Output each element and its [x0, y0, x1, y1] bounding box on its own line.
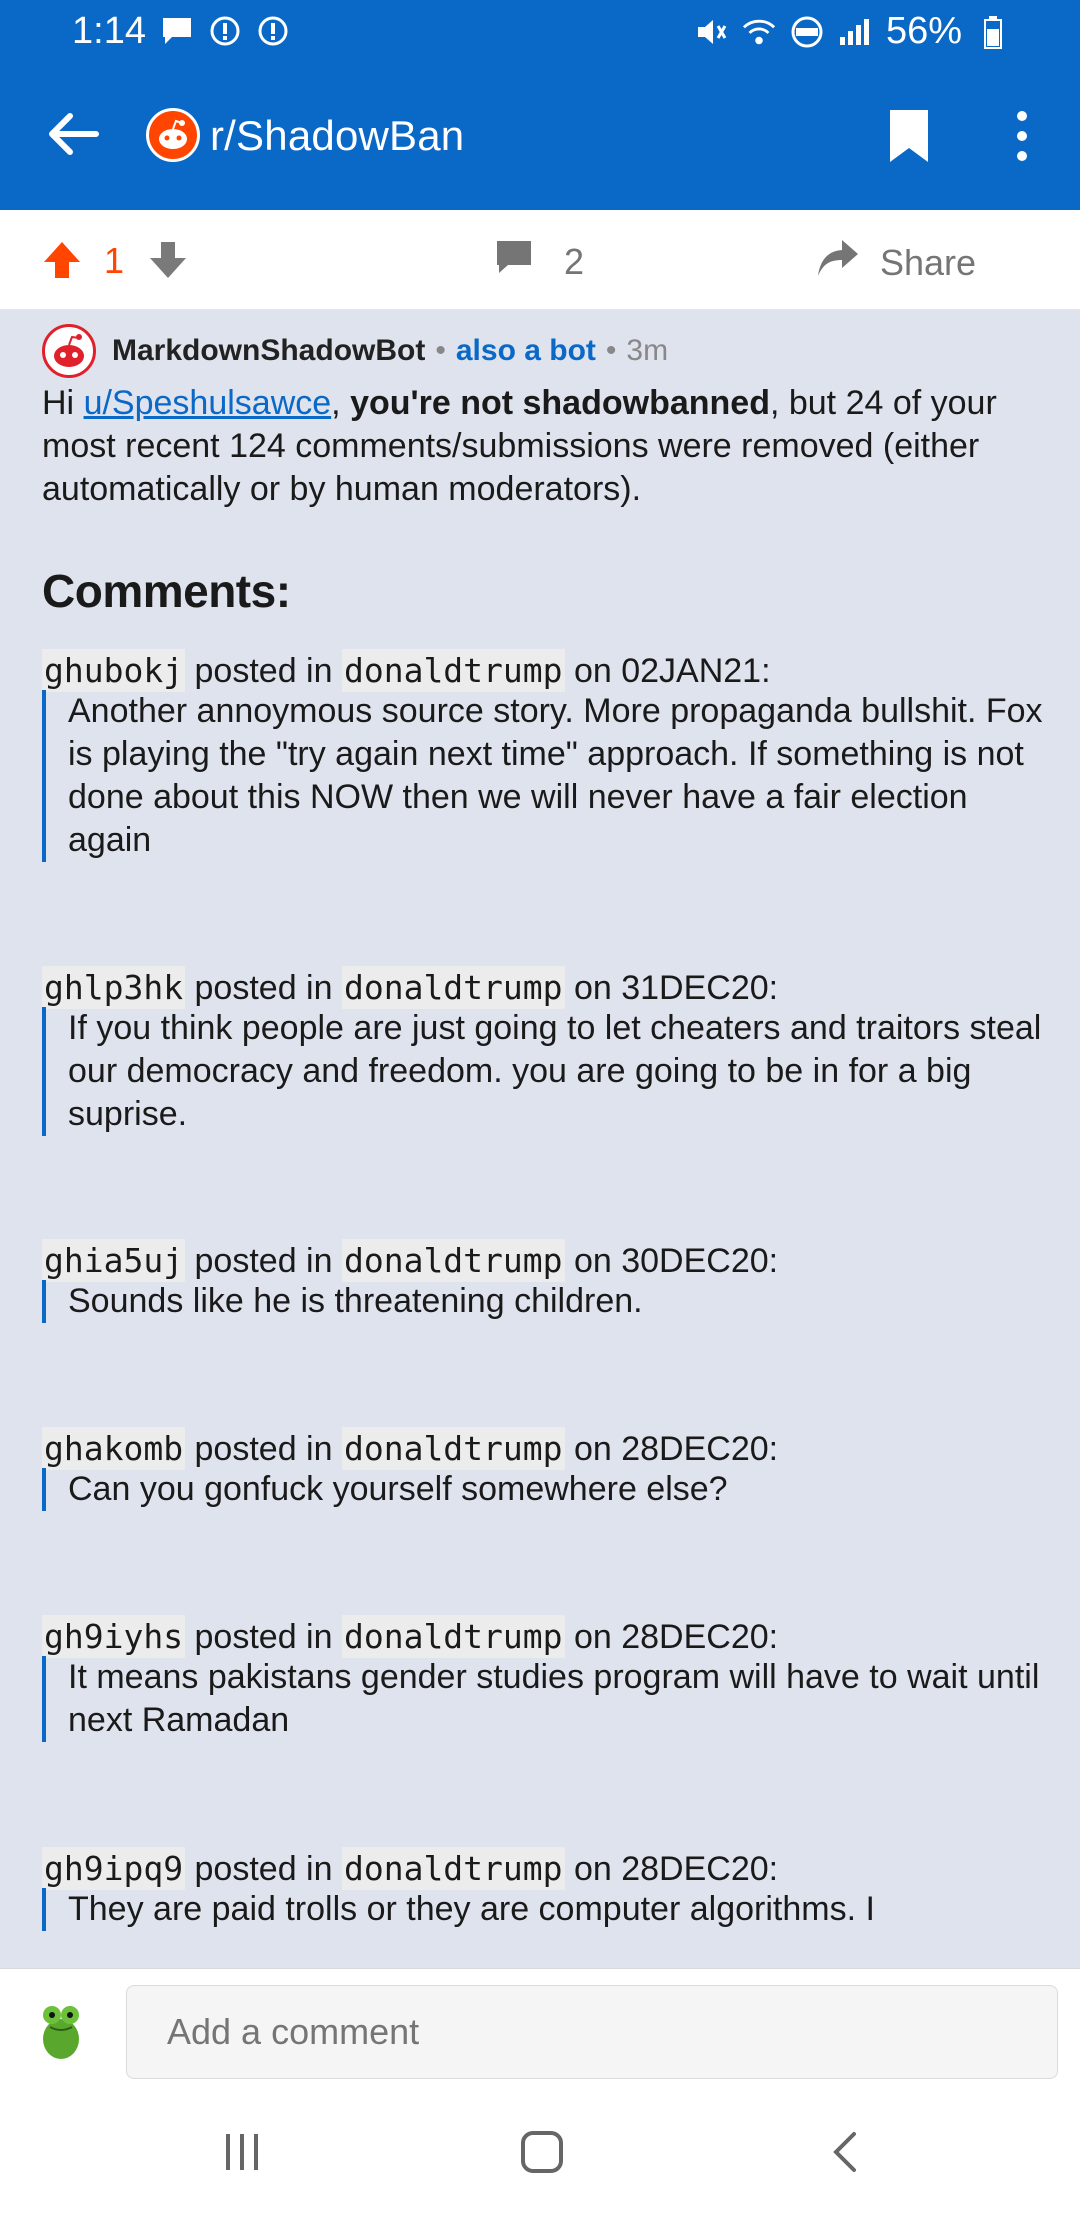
back-arrow-icon[interactable] [44, 104, 104, 164]
system-status: 56% [694, 10, 1010, 53]
posted-in-text: posted in [185, 652, 342, 690]
removed-entry-header: ghia5uj posted in donaldtrump on 30DEC20… [42, 1239, 779, 1282]
removed-entry-header: gh9iyhs posted in donaldtrump on 28DEC20… [42, 1615, 779, 1658]
subreddit-avatar-icon[interactable] [146, 108, 200, 162]
separator-dot: • [605, 334, 617, 367]
user-avatar[interactable] [22, 1991, 100, 2069]
comments-heading: Comments: [42, 565, 291, 617]
entry-date: on 31DEC20: [564, 969, 779, 1007]
nav-back-icon[interactable] [826, 2130, 866, 2174]
entry-id[interactable]: ghlp3hk [42, 966, 186, 1009]
share-button[interactable]: Share [816, 236, 976, 289]
posted-in-text: posted in [185, 1850, 342, 1888]
user-flair: also a bot [455, 334, 596, 367]
notification-icons [160, 14, 290, 48]
removed-entry-header: ghlp3hk posted in donaldtrump on 31DEC20… [42, 966, 779, 1009]
entry-id[interactable]: gh9iyhs [42, 1615, 186, 1658]
entry-date: on 28DEC20: [564, 1430, 779, 1468]
posted-in-text: posted in [185, 969, 342, 1007]
entry-id[interactable]: gh9ipq9 [42, 1847, 186, 1890]
entry-subreddit[interactable]: donaldtrump [341, 1847, 565, 1890]
vote-count: 1 [104, 240, 125, 281]
recent-apps-icon[interactable] [222, 2132, 262, 2172]
posted-in-text: posted in [185, 1618, 342, 1656]
comment-composer [0, 1968, 1080, 2090]
entry-id[interactable]: ghakomb [42, 1427, 186, 1470]
entry-date: on 02JAN21: [564, 652, 771, 690]
app-bar: r/ShadowBan [0, 64, 1080, 210]
subreddit-title[interactable]: r/ShadowBan [210, 112, 464, 160]
mute-icon [694, 15, 728, 49]
comments-button[interactable]: 2 [494, 238, 584, 285]
user-mention-link[interactable]: u/Speshulsawce [84, 384, 332, 422]
removed-entry-header: ghakomb posted in donaldtrump on 28DEC20… [42, 1427, 779, 1470]
removed-entry-quote: Can you gonfuck yourself somewhere else? [42, 1468, 1052, 1511]
intro-hi: Hi [42, 384, 84, 422]
status-bar: 1:14 56% [0, 0, 1080, 64]
removed-entry-quote: It means pakistans gender studies progra… [42, 1656, 1052, 1742]
removed-entry-header: ghubokj posted in donaldtrump on 02JAN21… [42, 649, 771, 692]
system-nav-bar [0, 2090, 1080, 2220]
bot-avatar-icon[interactable] [42, 324, 96, 378]
comment-content: MarkdownShadowBot • also a bot • 3m Hi u… [0, 310, 1080, 1968]
battery-percent: 56% [885, 10, 962, 52]
comment-age: 3m [626, 334, 669, 367]
entry-id[interactable]: ghubokj [42, 649, 186, 692]
entry-subreddit[interactable]: donaldtrump [341, 1427, 565, 1470]
alert-icon [208, 14, 242, 48]
comment-count: 2 [564, 240, 585, 282]
volte-icon [790, 15, 824, 49]
comment-author[interactable]: MarkdownShadowBot [112, 334, 425, 368]
entry-subreddit[interactable]: donaldtrump [341, 1615, 565, 1658]
comment-meta: MarkdownShadowBot • also a bot • 3m [42, 324, 668, 378]
more-options-icon[interactable] [1000, 104, 1044, 168]
removed-entry-quote: They are paid trolls or they are compute… [42, 1888, 1052, 1931]
home-icon[interactable] [520, 2130, 564, 2174]
intro-bold: you're not shadowbanned [350, 384, 770, 422]
upvote-icon[interactable] [42, 240, 82, 280]
separator-dot: • [435, 334, 446, 367]
entry-date: on 30DEC20: [564, 1242, 779, 1280]
entry-date: on 28DEC20: [564, 1618, 779, 1656]
entry-subreddit[interactable]: donaldtrump [341, 966, 565, 1009]
entry-subreddit[interactable]: donaldtrump [341, 1239, 565, 1282]
status-time: 1:14 [72, 10, 146, 52]
downvote-icon[interactable] [148, 240, 188, 280]
removed-entry-quote: If you think people are just going to le… [42, 1007, 1052, 1136]
entry-date: on 28DEC20: [564, 1850, 779, 1888]
alert-icon [256, 14, 290, 48]
comment-icon [494, 238, 534, 285]
entry-subreddit[interactable]: donaldtrump [341, 649, 565, 692]
wifi-icon [742, 15, 776, 49]
signal-icon [838, 15, 872, 49]
battery-icon [976, 15, 1010, 49]
removed-entry-quote: Another annoymous source story. More pro… [42, 690, 1052, 862]
bookmark-icon[interactable] [884, 106, 934, 166]
chat-icon [160, 14, 194, 48]
share-icon [816, 236, 860, 289]
comment-body: Hi u/Speshulsawce, you're not shadowbann… [42, 382, 1052, 511]
share-label: Share [880, 241, 977, 283]
removed-entry-header: gh9ipq9 posted in donaldtrump on 28DEC20… [42, 1847, 779, 1890]
posted-in-text: posted in [185, 1430, 342, 1468]
comment-input[interactable] [126, 1985, 1058, 2079]
post-action-bar: 1 2 Share [0, 210, 1080, 310]
removed-entry-quote: Sounds like he is threatening children. [42, 1280, 1052, 1323]
intro-comma: , [331, 384, 351, 422]
entry-id[interactable]: ghia5uj [42, 1239, 186, 1282]
posted-in-text: posted in [185, 1242, 342, 1280]
